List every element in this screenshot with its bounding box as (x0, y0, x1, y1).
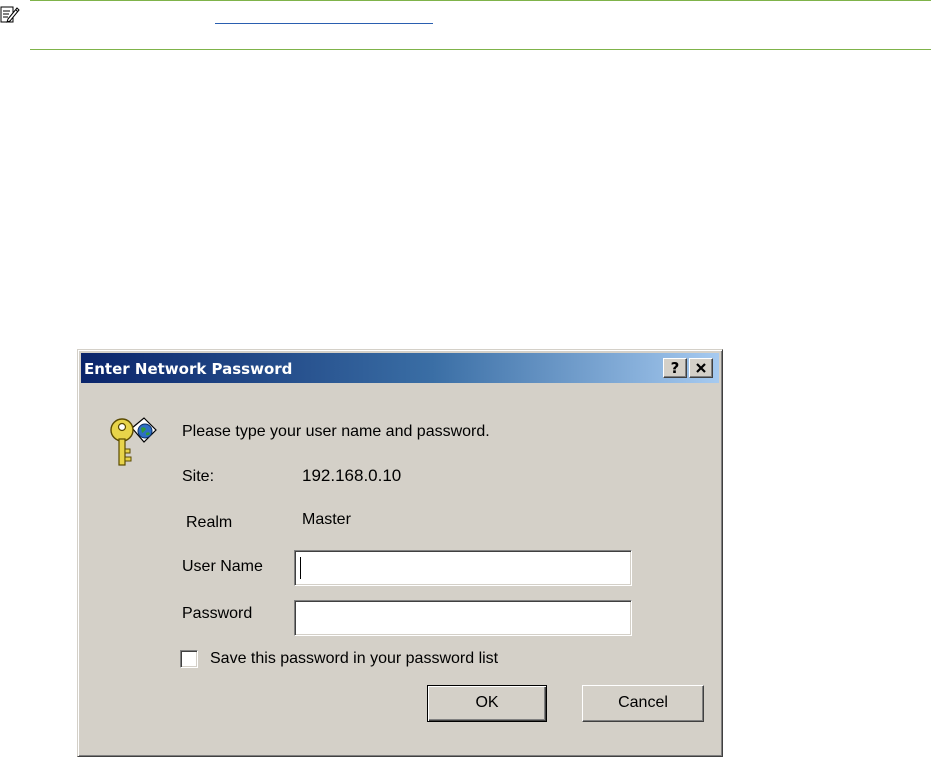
note-bar (0, 0, 931, 50)
close-button[interactable] (689, 358, 713, 378)
text-caret (300, 557, 301, 579)
note-top-rule (30, 0, 931, 1)
user-name-input[interactable] (294, 550, 632, 586)
realm-value: Master (302, 511, 351, 528)
note-link[interactable] (215, 6, 433, 24)
save-password-checkbox[interactable] (180, 650, 198, 668)
enter-network-password-dialog: Enter Network Password ? Please type you… (77, 349, 723, 757)
dialog-title: Enter Network Password (84, 360, 293, 378)
close-icon (696, 363, 706, 373)
site-value: 192.168.0.10 (302, 466, 402, 485)
save-password-label[interactable]: Save this password in your password list (210, 650, 498, 668)
user-name-label: User Name (182, 558, 263, 575)
realm-label: Realm (186, 514, 233, 531)
page: Enter Network Password ? Please type you… (0, 0, 931, 758)
cancel-button[interactable]: Cancel (582, 685, 704, 722)
key-globe-icon (108, 416, 158, 470)
prompt-text: Please type your user name and password. (182, 423, 490, 440)
ok-button[interactable]: OK (427, 685, 547, 722)
password-label: Password (182, 605, 253, 622)
note-pencil-icon (0, 4, 20, 24)
note-bottom-rule (30, 49, 931, 50)
help-button[interactable]: ? (663, 358, 687, 378)
password-input[interactable] (294, 600, 632, 636)
site-label: Site: (182, 468, 215, 485)
dialog-title-bar[interactable]: Enter Network Password ? (81, 353, 719, 383)
